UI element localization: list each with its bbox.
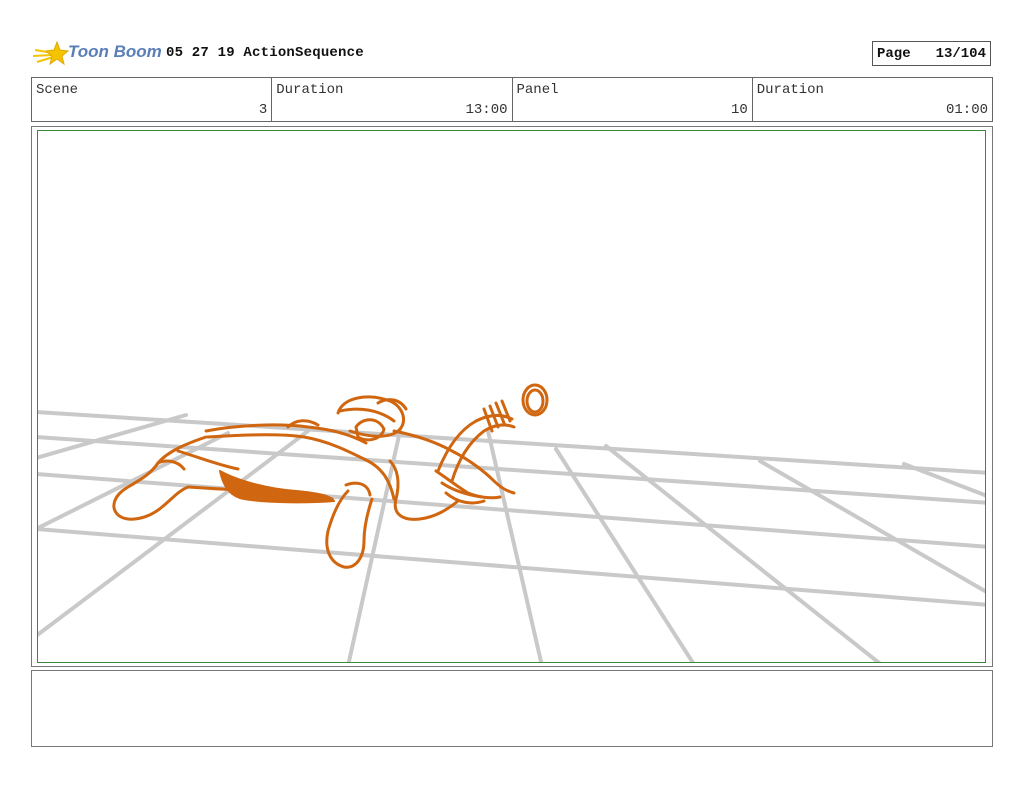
panel-duration-label: Duration — [756, 82, 824, 98]
scene-label: Scene — [36, 82, 79, 98]
panel-sketch — [38, 383, 985, 662]
project-title: 05 27 19 ActionSequence — [166, 45, 364, 61]
panel-value: 10 — [730, 102, 748, 118]
panel-duration-value: 01:00 — [945, 102, 988, 118]
scene-duration-label: Duration — [276, 82, 344, 98]
panel-cell: Panel 10 — [513, 78, 753, 121]
panel-notes-box — [31, 670, 993, 747]
scene-duration-cell: Duration 13:00 — [272, 78, 513, 121]
scene-value: 3 — [258, 102, 268, 118]
page-indicator: Page 13/104 — [872, 41, 991, 66]
page-label: Page — [877, 45, 911, 62]
scene-cell: Scene 3 — [32, 78, 273, 121]
scene-duration-value: 13:00 — [465, 102, 508, 118]
panel-label: Panel — [516, 82, 559, 98]
panel-duration-cell: Duration 01:00 — [753, 78, 992, 121]
panel-drawing-area — [37, 130, 986, 663]
panel-info-bar: Scene 3 Duration 13:00 Panel 10 Duration… — [31, 77, 993, 122]
logo-text: Toon Boom — [68, 42, 162, 61]
floor-grid — [38, 410, 985, 662]
page-value: 13/104 — [935, 45, 986, 62]
